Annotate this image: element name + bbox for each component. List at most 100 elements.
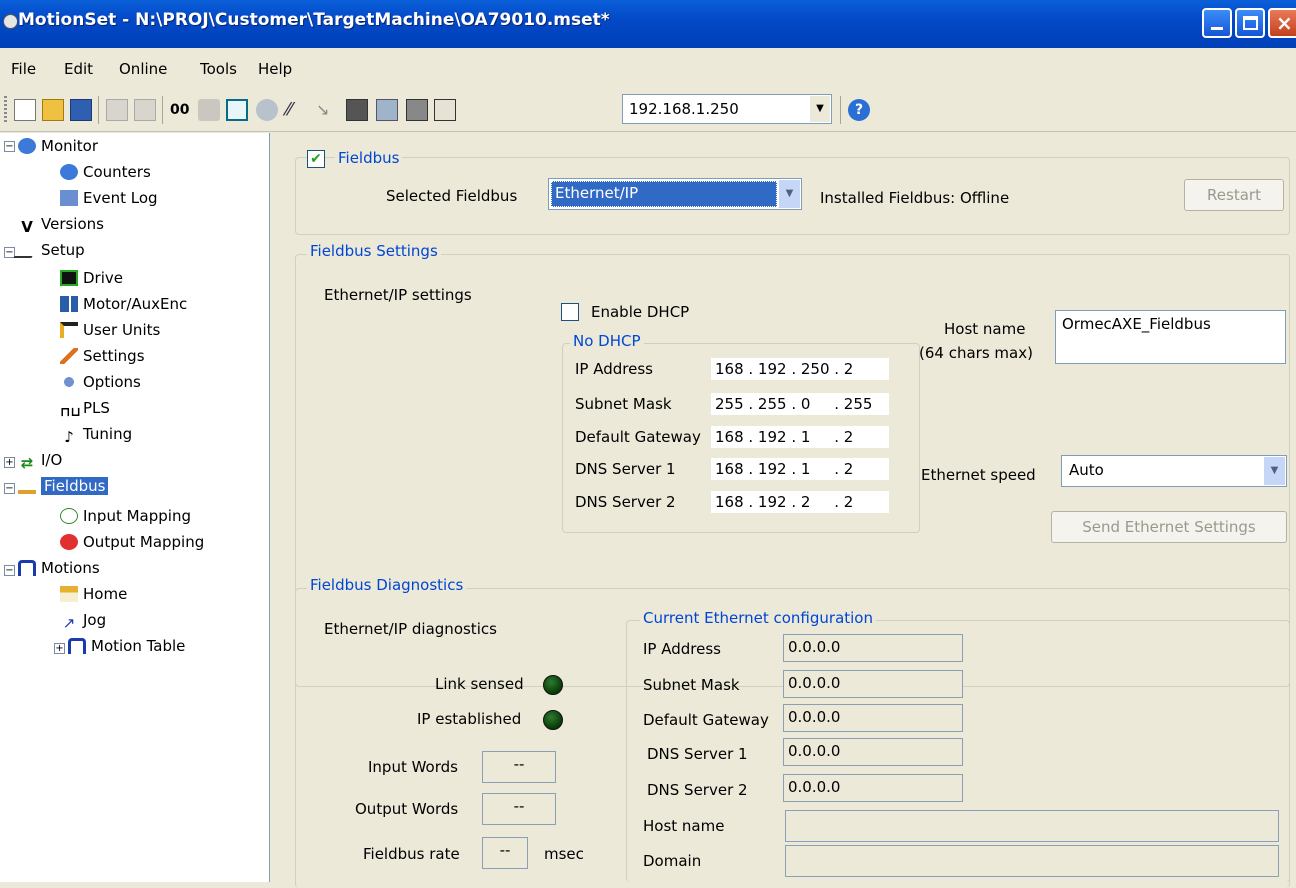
tree-item-tuning[interactable]: ♪ Tuning	[60, 423, 132, 445]
tree-item-pls[interactable]: ⊓⊔ PLS	[60, 397, 110, 420]
paste-icon[interactable]	[134, 99, 156, 121]
download-icon[interactable]	[346, 99, 368, 121]
menu-online[interactable]: Online	[119, 60, 167, 78]
input-words-field: --	[482, 751, 556, 783]
chevron-down-icon[interactable]: ▼	[810, 96, 830, 122]
current-ip-address-label: IP Address	[643, 640, 721, 658]
tree-item-counters[interactable]: Counters	[60, 161, 151, 183]
host-name-hint: (64 chars max)	[919, 344, 1033, 362]
tree-item-jog[interactable]: ↗ Jog	[60, 609, 106, 631]
tree-item-motor-auxenc[interactable]: Motor/AuxEnc	[60, 293, 187, 315]
dns-server-2-label: DNS Server 2	[575, 493, 676, 511]
dns-server-1-field[interactable]: 168 . 192 . 1 . 2	[711, 458, 889, 480]
chevron-down-icon[interactable]: ▼	[1264, 457, 1285, 485]
current-subnet-mask-label: Subnet Mask	[643, 676, 740, 694]
app-icon	[3, 14, 18, 29]
tree-item-fieldbus[interactable]: Fieldbus	[18, 475, 109, 497]
dns-server-2-field[interactable]: 168 . 192 . 2 . 2	[711, 491, 889, 513]
toolbar-separator	[162, 96, 163, 124]
tree-item-input-mapping[interactable]: Input Mapping	[60, 505, 191, 527]
tree-item-user-units[interactable]: User Units	[60, 319, 160, 341]
tree-item-setup[interactable]: Setup	[13, 239, 85, 261]
tree-item-versions[interactable]: V Versions	[18, 213, 104, 235]
tree-item-io[interactable]: ⇄ I/O	[18, 449, 63, 471]
upload-icon[interactable]	[376, 99, 398, 121]
menu-help[interactable]: Help	[258, 60, 292, 78]
expand-icon[interactable]: +	[4, 457, 15, 468]
close-button[interactable]: ×	[1268, 8, 1296, 38]
subnet-mask-label: Subnet Mask	[575, 395, 672, 413]
probe-icon[interactable]: ↘	[316, 99, 338, 121]
current-domain-field	[785, 845, 1279, 877]
copy-icon[interactable]	[106, 99, 128, 121]
tree-item-monitor[interactable]: Monitor	[18, 135, 98, 157]
tree-item-event-log[interactable]: Event Log	[60, 187, 158, 209]
versions-icon: V	[21, 218, 33, 236]
current-ethernet-config-label: Current Ethernet configuration	[640, 609, 876, 627]
ethernet-speed-select[interactable]: Auto ▼	[1061, 455, 1287, 487]
ip-address-field[interactable]: 168 . 192 . 250 . 2	[711, 358, 889, 380]
current-domain-label: Domain	[643, 852, 702, 870]
input-mapping-icon	[60, 508, 78, 524]
wrench-icon[interactable]	[256, 99, 278, 121]
drive-icon[interactable]	[198, 99, 220, 121]
send-ethernet-settings-button[interactable]: Send Ethernet Settings	[1051, 511, 1287, 543]
current-subnet-mask-field: 0.0.0.0	[783, 670, 963, 698]
link-sensed-indicator	[543, 675, 563, 695]
link-sensed-label: Link sensed	[435, 675, 524, 693]
new-file-icon[interactable]	[14, 99, 36, 121]
collapse-icon[interactable]: −	[4, 141, 15, 152]
tree-item-motion-table[interactable]: Motion Table	[68, 635, 185, 657]
ip-address-combo[interactable]: 192.168.1.250 ▼	[622, 94, 832, 124]
chevron-down-icon[interactable]: ▼	[779, 180, 800, 208]
subnet-mask-field[interactable]: 255 . 255 . 0 . 255	[711, 393, 889, 415]
fieldbus-rate-field: --	[482, 837, 528, 869]
menu-edit[interactable]: Edit	[64, 60, 93, 78]
ip-established-label: IP established	[417, 710, 522, 728]
scope-icon[interactable]	[226, 99, 248, 121]
tree-item-options[interactable]: Options	[60, 371, 141, 393]
maximize-button[interactable]	[1235, 8, 1265, 38]
terminal-icon[interactable]	[406, 99, 428, 121]
tree-item-motions[interactable]: Motions	[18, 557, 100, 579]
toolbar: 00 ⁄⁄ ↘ 192.168.1.250 ▼ ?	[0, 88, 1296, 132]
default-gateway-label: Default Gateway	[575, 428, 701, 446]
current-dns-server-2-label: DNS Server 2	[647, 781, 748, 799]
current-default-gateway-field: 0.0.0.0	[783, 704, 963, 732]
tree-item-settings[interactable]: Settings	[60, 345, 145, 367]
minimize-button[interactable]	[1202, 8, 1232, 38]
restart-button[interactable]: Restart	[1184, 179, 1284, 211]
tree-item-drive[interactable]: Drive	[60, 267, 123, 289]
tree-item-home[interactable]: Home	[60, 583, 127, 605]
info-icon	[18, 138, 36, 154]
fieldbus-settings-label: Fieldbus Settings	[307, 242, 441, 260]
open-folder-icon[interactable]	[42, 99, 64, 121]
expand-icon[interactable]: +	[54, 643, 65, 654]
host-name-label: Host name	[944, 320, 1026, 338]
menu-tools[interactable]: Tools	[200, 60, 237, 78]
fieldbus-checkbox[interactable]: ✔	[307, 150, 325, 168]
ip-address-value: 192.168.1.250	[629, 100, 739, 118]
motor-icon	[60, 296, 78, 312]
event-log-icon	[60, 190, 78, 206]
default-gateway-field[interactable]: 168 . 192 . 1 . 2	[711, 426, 889, 448]
menu-file[interactable]: File	[11, 60, 36, 78]
motion-icon[interactable]: ⁄⁄	[286, 99, 308, 121]
tree-item-output-mapping[interactable]: Output Mapping	[60, 531, 204, 553]
manual-icon[interactable]	[434, 99, 456, 121]
host-name-field[interactable]: OrmecAXE_Fieldbus	[1055, 310, 1286, 364]
fieldbus-checkbox-label: Fieldbus	[335, 149, 403, 167]
gears-icon	[60, 374, 78, 390]
enable-dhcp-checkbox[interactable]	[561, 303, 579, 321]
toolbar-separator	[98, 96, 99, 124]
help-icon[interactable]: ?	[848, 99, 870, 121]
collapse-icon[interactable]: −	[4, 565, 15, 576]
drive-icon	[60, 270, 78, 286]
connect-icon[interactable]: 00	[170, 99, 192, 121]
input-words-label: Input Words	[368, 758, 458, 776]
fieldbus-diagnostics-label: Fieldbus Diagnostics	[307, 576, 467, 594]
selected-fieldbus-select[interactable]: Ethernet/IP ▼	[548, 178, 802, 210]
save-icon[interactable]	[70, 99, 92, 121]
collapse-icon[interactable]: −	[4, 483, 15, 494]
setup-icon	[13, 242, 41, 258]
